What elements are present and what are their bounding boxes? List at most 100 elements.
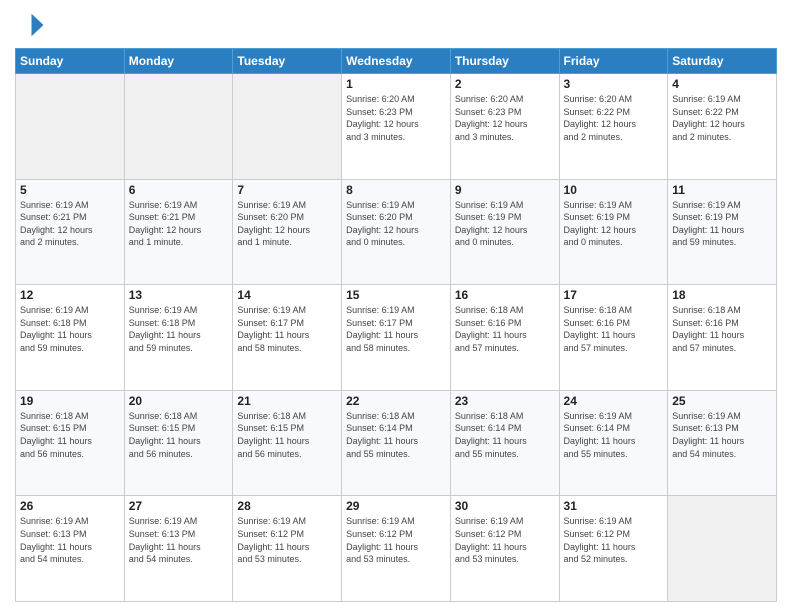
logo-icon — [15, 10, 45, 40]
calendar-cell: 12 Sunrise: 6:19 AM Sunset: 6:18 PM Dayli… — [16, 285, 125, 391]
calendar-cell: 15 Sunrise: 6:19 AM Sunset: 6:17 PM Dayli… — [342, 285, 451, 391]
calendar-cell: 4Sunrise: 6:19 AM Sunset: 6:22 PM Daylig… — [668, 74, 777, 180]
calendar-cell: 14 Sunrise: 6:19 AM Sunset: 6:17 PM Dayli… — [233, 285, 342, 391]
weekday-saturday: Saturday — [668, 49, 777, 74]
day-number: 1 — [346, 77, 446, 91]
day-info: Sunrise: 6:19 AM Sunset: 6:19 PM Dayligh… — [564, 199, 664, 249]
day-info: Sunrise: 6:20 AM Sunset: 6:22 PM Dayligh… — [564, 93, 664, 143]
day-number: 18 — [672, 288, 772, 302]
calendar-cell: 19 Sunrise: 6:18 AM Sunset: 6:15 PM Dayli… — [16, 390, 125, 496]
calendar-cell: 10 Sunrise: 6:19 AM Sunset: 6:19 PM Dayli… — [559, 179, 668, 285]
calendar-cell: 28 Sunrise: 6:19 AM Sunset: 6:12 PM Dayli… — [233, 496, 342, 602]
calendar-cell: 25 Sunrise: 6:19 AM Sunset: 6:13 PM Dayli… — [668, 390, 777, 496]
day-number: 19 — [20, 394, 120, 408]
calendar-cell: 30Sunrise: 6:19 AM Sunset: 6:12 PM Dayli… — [450, 496, 559, 602]
calendar-cell: 26 Sunrise: 6:19 AM Sunset: 6:13 PM Dayli… — [16, 496, 125, 602]
calendar-cell — [668, 496, 777, 602]
week-row-1: 5 Sunrise: 6:19 AM Sunset: 6:21 PM Daylig… — [16, 179, 777, 285]
calendar-cell: 2 Sunrise: 6:20 AM Sunset: 6:23 PM Daylig… — [450, 74, 559, 180]
calendar-cell: 16Sunrise: 6:18 AM Sunset: 6:16 PM Dayli… — [450, 285, 559, 391]
day-number: 17 — [564, 288, 664, 302]
day-number: 23 — [455, 394, 555, 408]
day-number: 13 — [129, 288, 229, 302]
calendar-cell: 5 Sunrise: 6:19 AM Sunset: 6:21 PM Daylig… — [16, 179, 125, 285]
day-number: 9 — [455, 183, 555, 197]
day-number: 15 — [346, 288, 446, 302]
calendar-cell: 31 Sunrise: 6:19 AM Sunset: 6:12 PM Dayli… — [559, 496, 668, 602]
weekday-monday: Monday — [124, 49, 233, 74]
calendar-cell: 7Sunrise: 6:19 AM Sunset: 6:20 PM Daylig… — [233, 179, 342, 285]
day-info: Sunrise: 6:19 AM Sunset: 6:12 PM Dayligh… — [346, 515, 446, 565]
calendar-cell: 11Sunrise: 6:19 AM Sunset: 6:19 PM Dayli… — [668, 179, 777, 285]
calendar-cell: 13Sunrise: 6:19 AM Sunset: 6:18 PM Dayli… — [124, 285, 233, 391]
day-info: Sunrise: 6:18 AM Sunset: 6:14 PM Dayligh… — [455, 410, 555, 460]
calendar-cell: 24 Sunrise: 6:19 AM Sunset: 6:14 PM Dayli… — [559, 390, 668, 496]
day-number: 8 — [346, 183, 446, 197]
calendar-cell: 8 Sunrise: 6:19 AM Sunset: 6:20 PM Daylig… — [342, 179, 451, 285]
calendar-cell: 22Sunrise: 6:18 AM Sunset: 6:14 PM Dayli… — [342, 390, 451, 496]
calendar-cell: 29 Sunrise: 6:19 AM Sunset: 6:12 PM Dayli… — [342, 496, 451, 602]
day-info: Sunrise: 6:18 AM Sunset: 6:16 PM Dayligh… — [672, 304, 772, 354]
calendar-cell: 27 Sunrise: 6:19 AM Sunset: 6:13 PM Dayli… — [124, 496, 233, 602]
weekday-wednesday: Wednesday — [342, 49, 451, 74]
day-info: Sunrise: 6:19 AM Sunset: 6:13 PM Dayligh… — [20, 515, 120, 565]
day-number: 5 — [20, 183, 120, 197]
calendar-cell — [233, 74, 342, 180]
logo — [15, 10, 49, 40]
day-number: 14 — [237, 288, 337, 302]
calendar-cell — [16, 74, 125, 180]
day-number: 22 — [346, 394, 446, 408]
day-info: Sunrise: 6:19 AM Sunset: 6:19 PM Dayligh… — [455, 199, 555, 249]
calendar-cell: 9 Sunrise: 6:19 AM Sunset: 6:19 PM Daylig… — [450, 179, 559, 285]
day-number: 11 — [672, 183, 772, 197]
day-number: 20 — [129, 394, 229, 408]
day-info: Sunrise: 6:19 AM Sunset: 6:13 PM Dayligh… — [129, 515, 229, 565]
week-row-2: 12 Sunrise: 6:19 AM Sunset: 6:18 PM Dayli… — [16, 285, 777, 391]
day-number: 26 — [20, 499, 120, 513]
day-info: Sunrise: 6:20 AM Sunset: 6:23 PM Dayligh… — [455, 93, 555, 143]
day-info: Sunrise: 6:19 AM Sunset: 6:21 PM Dayligh… — [129, 199, 229, 249]
day-number: 3 — [564, 77, 664, 91]
day-info: Sunrise: 6:18 AM Sunset: 6:16 PM Dayligh… — [564, 304, 664, 354]
day-info: Sunrise: 6:19 AM Sunset: 6:21 PM Dayligh… — [20, 199, 120, 249]
day-number: 21 — [237, 394, 337, 408]
day-info: Sunrise: 6:18 AM Sunset: 6:15 PM Dayligh… — [20, 410, 120, 460]
calendar-cell: 20 Sunrise: 6:18 AM Sunset: 6:15 PM Dayli… — [124, 390, 233, 496]
day-number: 10 — [564, 183, 664, 197]
day-number: 29 — [346, 499, 446, 513]
weekday-header-row: SundayMondayTuesdayWednesdayThursdayFrid… — [16, 49, 777, 74]
weekday-sunday: Sunday — [16, 49, 125, 74]
day-number: 16 — [455, 288, 555, 302]
calendar-cell: 6 Sunrise: 6:19 AM Sunset: 6:21 PM Daylig… — [124, 179, 233, 285]
weekday-tuesday: Tuesday — [233, 49, 342, 74]
calendar-cell — [124, 74, 233, 180]
day-number: 30 — [455, 499, 555, 513]
day-info: Sunrise: 6:19 AM Sunset: 6:20 PM Dayligh… — [346, 199, 446, 249]
day-info: Sunrise: 6:19 AM Sunset: 6:12 PM Dayligh… — [564, 515, 664, 565]
calendar-cell: 1Sunrise: 6:20 AM Sunset: 6:23 PM Daylig… — [342, 74, 451, 180]
day-number: 2 — [455, 77, 555, 91]
calendar-table: SundayMondayTuesdayWednesdayThursdayFrid… — [15, 48, 777, 602]
day-number: 31 — [564, 499, 664, 513]
day-info: Sunrise: 6:19 AM Sunset: 6:14 PM Dayligh… — [564, 410, 664, 460]
day-info: Sunrise: 6:18 AM Sunset: 6:15 PM Dayligh… — [129, 410, 229, 460]
calendar-cell: 18 Sunrise: 6:18 AM Sunset: 6:16 PM Dayli… — [668, 285, 777, 391]
page: SundayMondayTuesdayWednesdayThursdayFrid… — [0, 0, 792, 612]
week-row-3: 19 Sunrise: 6:18 AM Sunset: 6:15 PM Dayli… — [16, 390, 777, 496]
day-info: Sunrise: 6:19 AM Sunset: 6:17 PM Dayligh… — [346, 304, 446, 354]
calendar-cell: 3 Sunrise: 6:20 AM Sunset: 6:22 PM Daylig… — [559, 74, 668, 180]
day-number: 28 — [237, 499, 337, 513]
day-info: Sunrise: 6:19 AM Sunset: 6:13 PM Dayligh… — [672, 410, 772, 460]
week-row-0: 1 Sunrise: 6:20 AM Sunset: 6:23 PM Daylig… — [16, 74, 777, 180]
day-number: 24 — [564, 394, 664, 408]
calendar-cell: 23 Sunrise: 6:18 AM Sunset: 6:14 PM Dayli… — [450, 390, 559, 496]
day-number: 12 — [20, 288, 120, 302]
calendar-cell: 17 Sunrise: 6:18 AM Sunset: 6:16 PM Dayli… — [559, 285, 668, 391]
day-number: 6 — [129, 183, 229, 197]
day-number: 25 — [672, 394, 772, 408]
day-info: Sunrise: 6:19 AM Sunset: 6:18 PM Dayligh… — [20, 304, 120, 354]
week-row-4: 26 Sunrise: 6:19 AM Sunset: 6:13 PM Dayli… — [16, 496, 777, 602]
day-info: Sunrise: 6:19 AM Sunset: 6:12 PM Dayligh… — [237, 515, 337, 565]
day-number: 27 — [129, 499, 229, 513]
day-info: Sunrise: 6:19 AM Sunset: 6:17 PM Dayligh… — [237, 304, 337, 354]
